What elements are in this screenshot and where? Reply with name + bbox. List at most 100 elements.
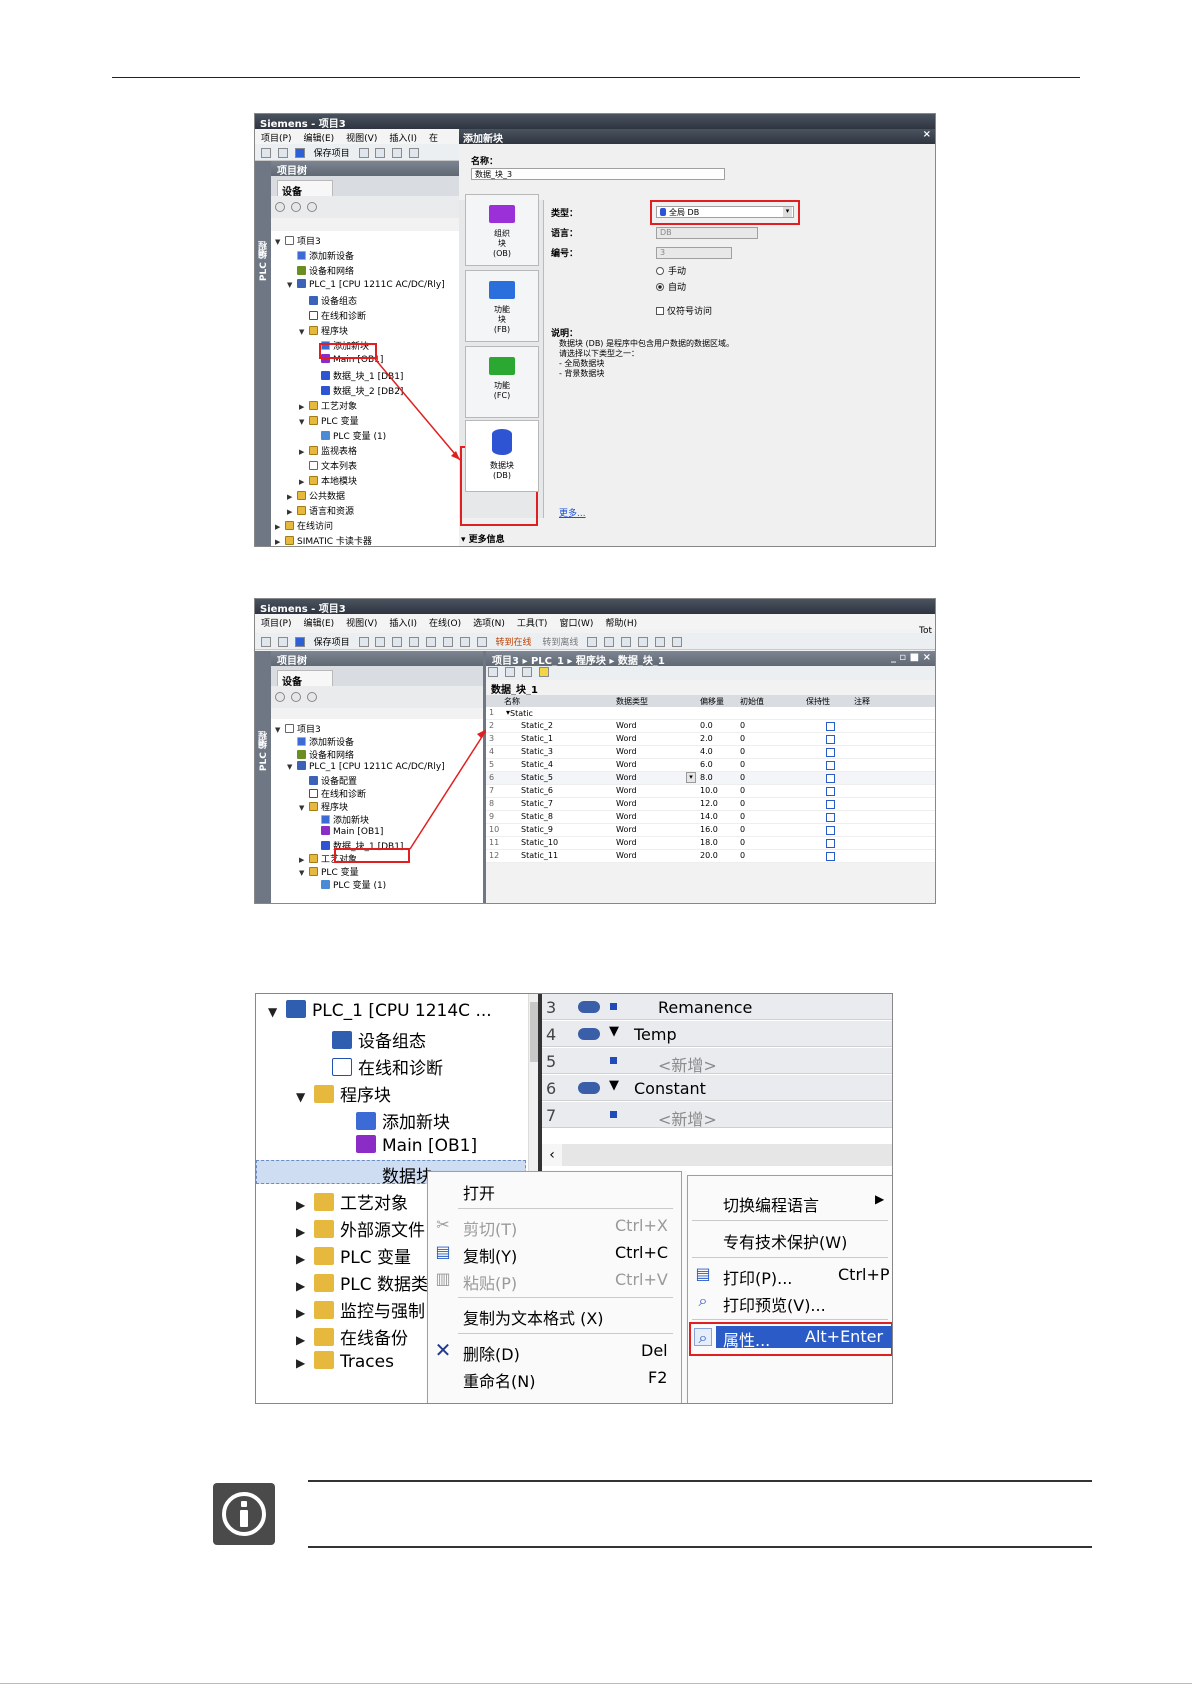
tree-item[interactable]: 设备组态 bbox=[314, 1027, 426, 1052]
menu-item-copy[interactable]: 复制(Y) Ctrl+C bbox=[463, 1243, 675, 1267]
retain-checkbox[interactable] bbox=[826, 748, 835, 757]
row-name[interactable]: Static_2 bbox=[521, 721, 553, 730]
retain-checkbox[interactable] bbox=[826, 826, 835, 835]
row-name[interactable]: Static_8 bbox=[521, 812, 553, 821]
tree-item[interactable]: ▶ 工艺对象 bbox=[296, 1189, 408, 1214]
tree-item[interactable]: ▶ 监控与强制 bbox=[296, 1297, 425, 1322]
table-row[interactable]: 6 ▼ Constant bbox=[542, 1075, 892, 1101]
table-row[interactable]: 8 Static_7 Word 12.0 0 bbox=[486, 798, 935, 811]
row-datatype[interactable]: Word bbox=[616, 799, 637, 808]
row-initial-value[interactable]: 0 bbox=[740, 721, 745, 730]
table-row[interactable]: 3 Static_1 Word 2.0 0 bbox=[486, 733, 935, 746]
block-type-button[interactable]: 功能 (FC) bbox=[465, 346, 539, 418]
scroll-left-icon[interactable]: ‹ bbox=[542, 1144, 562, 1166]
datatype-dropdown-icon[interactable]: ▾ bbox=[686, 772, 696, 783]
table-row[interactable]: 10 Static_9 Word 16.0 0 bbox=[486, 824, 935, 837]
row-datatype[interactable]: Word bbox=[616, 773, 637, 782]
menu-item-know-how-protection[interactable]: 专有技术保护(W) bbox=[723, 1229, 847, 1253]
tree-item[interactable]: ▶ 外部源文件 bbox=[296, 1216, 425, 1241]
row-initial-value[interactable]: 0 bbox=[740, 838, 745, 847]
expand-arrow-icon[interactable]: ▶ bbox=[296, 1198, 314, 1212]
expand-arrow-icon[interactable]: ▶ bbox=[296, 1225, 314, 1239]
row-datatype[interactable]: Word bbox=[616, 825, 637, 834]
expand-arrow-icon[interactable]: ▼ bbox=[296, 1090, 314, 1104]
menu-item-copy-as-text[interactable]: 复制为文本格式 (X) bbox=[463, 1305, 604, 1329]
row-name[interactable]: <新增> bbox=[658, 1052, 717, 1076]
tree-item[interactable]: ▶ PLC 变量 bbox=[296, 1243, 411, 1268]
row-name[interactable]: Static_4 bbox=[521, 760, 553, 769]
row-name[interactable]: Static_7 bbox=[521, 799, 553, 808]
retain-checkbox[interactable] bbox=[826, 787, 835, 796]
block-type-button[interactable]: 组织块 (OB) bbox=[465, 194, 539, 266]
expand-arrow-icon[interactable]: ▶ bbox=[296, 1306, 314, 1320]
retain-checkbox[interactable] bbox=[826, 774, 835, 783]
tree-item[interactable]: ▼ PLC_1 [CPU 1214C ... bbox=[268, 1000, 492, 1021]
table-row[interactable]: 4 Static_3 Word 4.0 0 bbox=[486, 746, 935, 759]
retain-checkbox[interactable] bbox=[826, 813, 835, 822]
tree-item[interactable]: ▶ Traces bbox=[296, 1351, 394, 1372]
table-row[interactable]: 11 Static_10 Word 18.0 0 bbox=[486, 837, 935, 850]
row-initial-value[interactable]: 0 bbox=[740, 786, 745, 795]
row-name[interactable]: Static_3 bbox=[521, 747, 553, 756]
retain-checkbox[interactable] bbox=[826, 839, 835, 848]
retain-checkbox[interactable] bbox=[826, 761, 835, 770]
retain-checkbox[interactable] bbox=[826, 852, 835, 861]
menu-item-switch-language[interactable]: 切换编程语言 ▶ bbox=[723, 1192, 891, 1216]
table-row[interactable]: 5 <新增> bbox=[542, 1048, 892, 1076]
row-initial-value[interactable]: 0 bbox=[740, 760, 745, 769]
expand-arrow-icon[interactable]: ▶ bbox=[296, 1333, 314, 1347]
expand-arrow-icon[interactable]: ▶ bbox=[296, 1279, 314, 1293]
row-datatype[interactable]: Word bbox=[616, 734, 637, 743]
menu-item-delete[interactable]: 删除(D) Del bbox=[463, 1341, 675, 1365]
retain-checkbox[interactable] bbox=[826, 722, 835, 731]
row-name[interactable]: Remanence bbox=[658, 998, 752, 1017]
block-type-button[interactable]: 功能块 (FB) bbox=[465, 270, 539, 342]
block-type-button[interactable]: 数据块 (DB) bbox=[465, 420, 539, 492]
row-name[interactable]: Static_1 bbox=[521, 734, 553, 743]
row-name[interactable]: Static_5 bbox=[521, 773, 553, 782]
expand-arrow-icon[interactable]: ▶ bbox=[296, 1356, 314, 1370]
row-initial-value[interactable]: 0 bbox=[740, 825, 745, 834]
retain-checkbox[interactable] bbox=[826, 735, 835, 744]
table-row[interactable]: 12 Static_11 Word 20.0 0 bbox=[486, 850, 935, 863]
row-name[interactable]: <新增> bbox=[658, 1106, 717, 1130]
tree-item[interactable]: 添加新块 bbox=[338, 1108, 450, 1133]
row-datatype[interactable]: Word bbox=[616, 747, 637, 756]
menu-item-print-preview[interactable]: 打印预览(V)... bbox=[723, 1292, 826, 1316]
row-datatype[interactable]: Word bbox=[616, 851, 637, 860]
row-initial-value[interactable]: 0 bbox=[740, 812, 745, 821]
table-row[interactable]: 5 Static_4 Word 6.0 0 bbox=[486, 759, 935, 772]
expand-arrow-icon[interactable]: ▶ bbox=[296, 1252, 314, 1266]
expand-arrow-icon[interactable]: ▼ bbox=[609, 1024, 619, 1039]
horizontal-scrollbar[interactable]: ‹ bbox=[542, 1144, 892, 1166]
table-row[interactable]: 3 Remanence bbox=[542, 994, 892, 1020]
row-name[interactable]: Static_6 bbox=[521, 786, 553, 795]
row-datatype[interactable]: Word bbox=[616, 760, 637, 769]
table-row[interactable]: 6 Static_5 Word 8.0 0 ▾ bbox=[486, 772, 935, 785]
row-datatype[interactable]: Word bbox=[616, 721, 637, 730]
tree-item[interactable]: 在线和诊断 bbox=[314, 1054, 443, 1079]
expand-arrow-icon[interactable]: ▼ bbox=[268, 1005, 286, 1019]
tree-item[interactable]: ▶ 在线备份 bbox=[296, 1324, 408, 1349]
row-initial-value[interactable]: 0 bbox=[740, 851, 745, 860]
scrollbar-thumb[interactable] bbox=[530, 1002, 538, 1062]
row-initial-value[interactable]: 0 bbox=[740, 799, 745, 808]
row-datatype[interactable]: Word bbox=[616, 838, 637, 847]
row-initial-value[interactable]: 0 bbox=[740, 747, 745, 756]
tree-item[interactable]: 数据块 bbox=[256, 1160, 526, 1187]
retain-checkbox[interactable] bbox=[826, 800, 835, 809]
table-row[interactable]: 7 Static_6 Word 10.0 0 bbox=[486, 785, 935, 798]
menu-item-print[interactable]: 打印(P)... Ctrl+P bbox=[723, 1265, 891, 1289]
tree-item[interactable]: ▶ PLC 数据类 bbox=[296, 1270, 428, 1295]
menu-item-rename[interactable]: 重命名(N) F2 bbox=[463, 1368, 675, 1392]
table-row[interactable]: 7 <新增> bbox=[542, 1102, 892, 1130]
row-name[interactable]: Temp bbox=[634, 1025, 677, 1044]
row-name[interactable]: Static_9 bbox=[521, 825, 553, 834]
tree-item[interactable]: Main [OB1] bbox=[338, 1135, 477, 1156]
row-name[interactable]: Static_11 bbox=[521, 851, 558, 860]
row-initial-value[interactable]: 0 bbox=[740, 734, 745, 743]
table-row[interactable]: 2 Static_2 Word 0.0 0 bbox=[486, 720, 935, 733]
table-row[interactable]: 9 Static_8 Word 14.0 0 bbox=[486, 811, 935, 824]
expand-arrow-icon[interactable]: ▼ bbox=[609, 1078, 619, 1093]
menu-item-open[interactable]: 打开 bbox=[463, 1180, 495, 1204]
